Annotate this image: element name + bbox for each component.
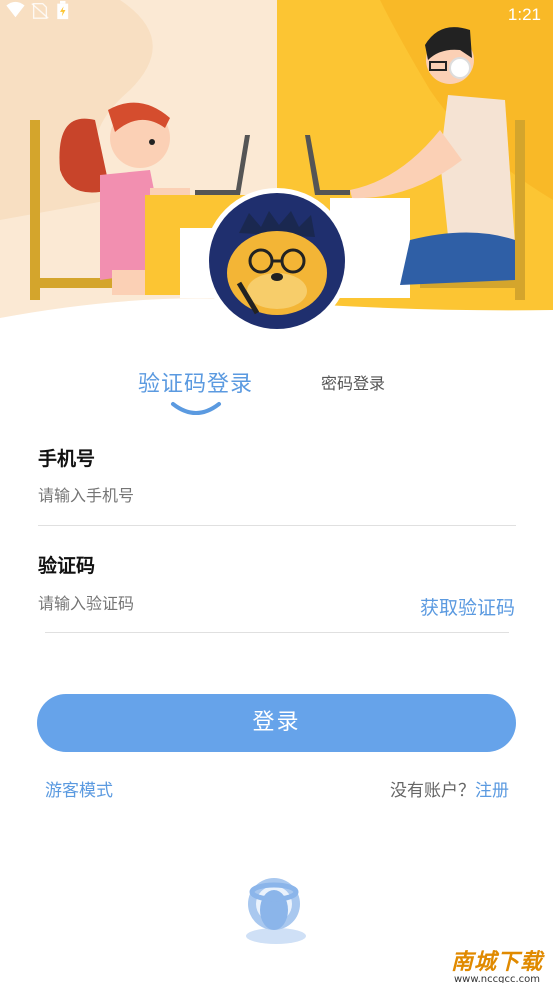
code-divider xyxy=(45,632,509,633)
no-account-text: 没有账户？ xyxy=(390,781,475,801)
battery-icon xyxy=(57,0,69,20)
login-button[interactable]: 登录 xyxy=(37,694,516,752)
mascot-avatar-art xyxy=(209,193,345,329)
status-bar: 1:21 xyxy=(0,0,553,32)
headset-logo-icon xyxy=(246,878,306,944)
tab-active-indicator xyxy=(171,402,221,415)
code-input[interactable] xyxy=(38,594,338,613)
get-code-button[interactable]: 获取验证码 xyxy=(420,593,515,620)
phone-input[interactable] xyxy=(38,486,468,505)
guest-mode-link[interactable]: 游客模式 xyxy=(45,776,113,801)
login-tabs: 验证码登录 密码登录 xyxy=(0,362,553,422)
watermark-title: 南城下载 xyxy=(450,950,543,975)
mascot-avatar xyxy=(204,188,350,334)
code-label: 验证码 xyxy=(38,555,96,577)
register-prompt: 没有账户？注册 xyxy=(390,776,509,801)
site-watermark: 南城下载 www.nccgcc.com xyxy=(451,944,543,983)
phone-divider xyxy=(38,525,516,526)
wifi-icon xyxy=(6,1,25,18)
register-link[interactable]: 注册 xyxy=(475,781,509,801)
tab-password-login[interactable]: 密码登录 xyxy=(321,370,385,394)
no-sim-icon xyxy=(31,2,49,19)
watermark-url: www.nccgcc.com xyxy=(453,974,540,983)
phone-label: 手机号 xyxy=(38,448,96,470)
tab-sms-login[interactable]: 验证码登录 xyxy=(138,366,253,398)
status-icons xyxy=(6,0,69,20)
status-time: 1:21 xyxy=(507,5,541,24)
